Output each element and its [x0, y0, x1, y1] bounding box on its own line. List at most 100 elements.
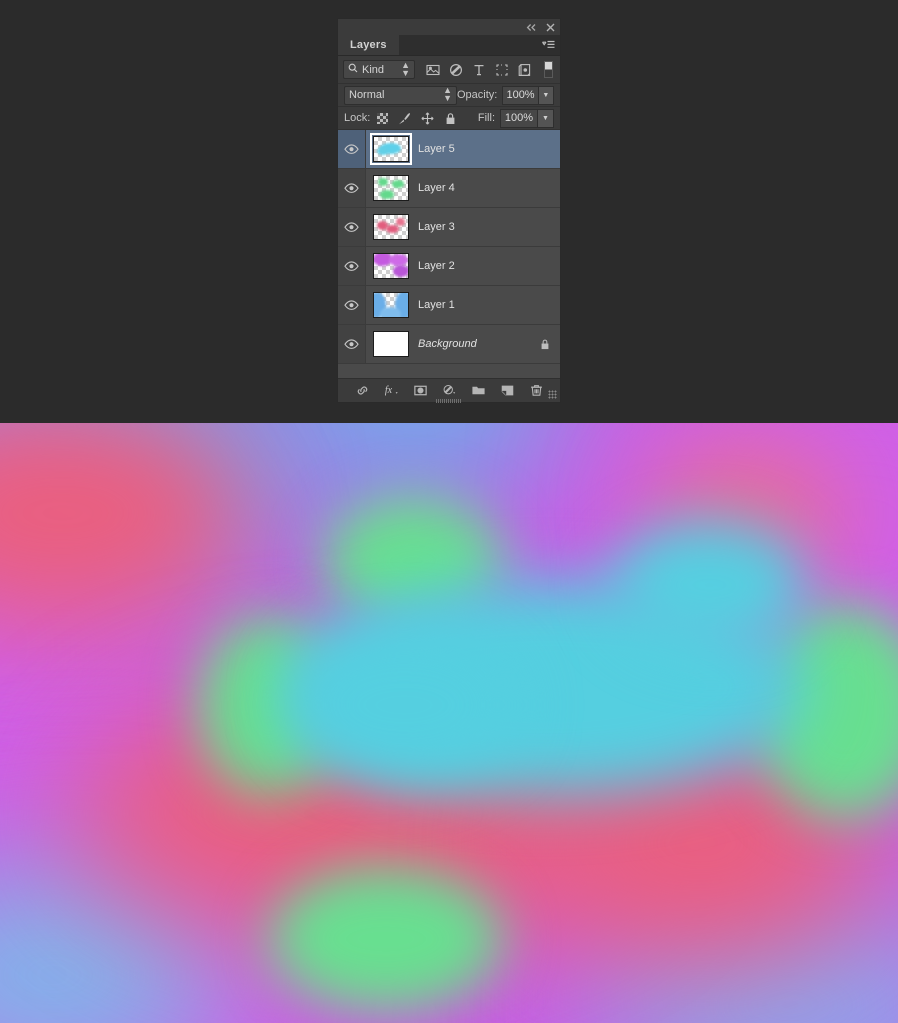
layer-name[interactable]: Layer 3	[416, 208, 530, 246]
layer-name[interactable]: Background	[416, 325, 530, 363]
lock-fill-row: Lock: Fill: 100% ▼	[338, 107, 560, 130]
delete-layer-icon[interactable]	[529, 383, 544, 398]
layer-row[interactable]: Layer 3	[338, 208, 560, 247]
panel-titlebar	[338, 19, 560, 35]
thumbnail-shape	[380, 306, 402, 317]
layers-panel-footer: fx	[338, 378, 560, 403]
type-layer-filter-icon[interactable]	[472, 63, 486, 77]
layer-visibility-toggle[interactable]	[338, 286, 366, 324]
lock-all-icon[interactable]	[444, 112, 457, 125]
layer-name[interactable]: Layer 4	[416, 169, 530, 207]
blend-stepper-icon[interactable]: ▲ ▼	[443, 86, 452, 103]
layer-visibility-toggle[interactable]	[338, 130, 366, 168]
layers-panel: Layers Kind ▲ ▼ Normal ▲ ▼ Opacity: 100%…	[337, 18, 561, 403]
lock-icon	[539, 338, 551, 351]
layer-row[interactable]: Layer 4	[338, 169, 560, 208]
thumbnail-shape	[385, 224, 400, 234]
layer-visibility-toggle[interactable]	[338, 169, 366, 207]
lock-image-pixels-icon[interactable]	[398, 112, 411, 125]
thumbnail-shape	[380, 189, 394, 199]
panel-scroll-nub[interactable]	[436, 399, 462, 403]
tab-layers[interactable]: Layers	[338, 35, 399, 55]
lock-label: Lock:	[344, 112, 371, 124]
fill-label: Fill:	[477, 112, 495, 124]
svg-text:fx: fx	[384, 385, 392, 396]
shape-layer-filter-icon[interactable]	[495, 63, 509, 77]
layer-name[interactable]: Layer 5	[416, 130, 530, 168]
thumbnail-shape	[391, 180, 404, 188]
layer-visibility-toggle[interactable]	[338, 247, 366, 285]
fill-dropdown-icon[interactable]: ▼	[537, 108, 554, 128]
tab-layers-label: Layers	[350, 39, 387, 51]
thumbnail-shape	[393, 265, 408, 278]
opacity-label: Opacity:	[457, 89, 498, 101]
layer-thumbnail-cell[interactable]	[366, 169, 416, 207]
layer-row[interactable]: Layer 2	[338, 247, 560, 286]
new-adjustment-layer-icon[interactable]	[442, 383, 457, 398]
layer-thumbnail-cell[interactable]	[366, 286, 416, 324]
artwork-canvas[interactable]	[0, 423, 898, 1023]
layer-thumbnail-cell[interactable]	[366, 208, 416, 246]
filter-kind-select[interactable]: Kind ▲ ▼	[343, 60, 415, 79]
layer-name[interactable]: Layer 2	[416, 247, 530, 285]
stepper-updown-icon[interactable]: ▲ ▼	[401, 60, 410, 77]
layer-name[interactable]: Layer 1	[416, 286, 530, 324]
eye-icon	[344, 299, 359, 311]
link-layers-icon[interactable]	[355, 383, 370, 398]
layer-visibility-toggle[interactable]	[338, 208, 366, 246]
filter-kind-label: Kind	[362, 63, 385, 76]
canvas-blob-green-bottom	[269, 867, 503, 1011]
collapse-panel-icon[interactable]	[526, 23, 537, 32]
lock-transparent-pixels-icon[interactable]	[377, 112, 389, 124]
eye-icon	[344, 182, 359, 194]
layer-thumbnail[interactable]	[373, 331, 409, 357]
layer-style-fx-icon[interactable]: fx	[384, 383, 399, 398]
layer-lock-indicator	[530, 286, 560, 324]
layer-filter-row: Kind ▲ ▼	[338, 56, 560, 84]
thumbnail-shape	[378, 177, 389, 187]
layer-thumbnail-cell[interactable]	[366, 325, 416, 363]
blend-mode-select[interactable]: Normal ▲ ▼	[344, 85, 457, 105]
layer-thumbnail[interactable]	[373, 214, 409, 240]
blend-mode-value: Normal	[349, 89, 385, 101]
new-layer-icon[interactable]	[500, 383, 515, 398]
resize-grip[interactable]	[548, 390, 557, 399]
layer-row[interactable]: Layer 1	[338, 286, 560, 325]
smart-object-filter-icon[interactable]	[518, 63, 532, 77]
canvas-blob-cyan-left-lobe	[287, 627, 521, 783]
layer-thumbnail[interactable]	[373, 175, 409, 201]
thumbnail-shape	[376, 147, 389, 156]
eye-icon	[344, 260, 359, 272]
pixel-layer-filter-icon[interactable]	[426, 63, 440, 77]
layer-thumbnail[interactable]	[370, 133, 412, 165]
layer-visibility-toggle[interactable]	[338, 325, 366, 363]
thumbnail-shape	[395, 218, 405, 226]
fill-input[interactable]: 100%	[500, 108, 537, 128]
eye-icon	[344, 338, 359, 350]
add-layer-mask-icon[interactable]	[413, 383, 428, 398]
layer-thumbnail[interactable]	[373, 253, 409, 279]
layer-thumbnail-cell[interactable]	[366, 130, 416, 168]
canvas-blob-cyan-top-lobe	[610, 519, 809, 651]
filter-toggle-switch[interactable]	[544, 61, 553, 78]
close-icon[interactable]	[546, 23, 555, 32]
layer-row[interactable]: Layer 5	[338, 130, 560, 169]
layer-lock-indicator	[530, 325, 560, 363]
adjustment-layer-filter-icon[interactable]	[449, 63, 463, 77]
search-icon	[348, 63, 358, 76]
new-group-icon[interactable]	[471, 383, 486, 398]
lock-position-icon[interactable]	[421, 111, 434, 125]
panel-tab-bar: Layers	[338, 35, 560, 56]
opacity-dropdown-icon[interactable]: ▼	[537, 85, 554, 105]
layer-thumbnail-cell[interactable]	[366, 247, 416, 285]
opacity-input[interactable]: 100%	[502, 85, 538, 105]
canvas-blob-pink-large-left	[0, 423, 252, 627]
layer-thumbnail[interactable]	[373, 292, 409, 318]
panel-menu-icon[interactable]	[542, 40, 555, 50]
eye-icon	[344, 221, 359, 233]
eye-icon	[344, 143, 359, 155]
layer-lock-indicator	[530, 169, 560, 207]
layer-row[interactable]: Background	[338, 325, 560, 364]
layer-lock-indicator	[530, 130, 560, 168]
layer-list[interactable]: Layer 5 Layer 4 Layer 3 Layer 2 Layer 1 Backg…	[338, 130, 560, 378]
